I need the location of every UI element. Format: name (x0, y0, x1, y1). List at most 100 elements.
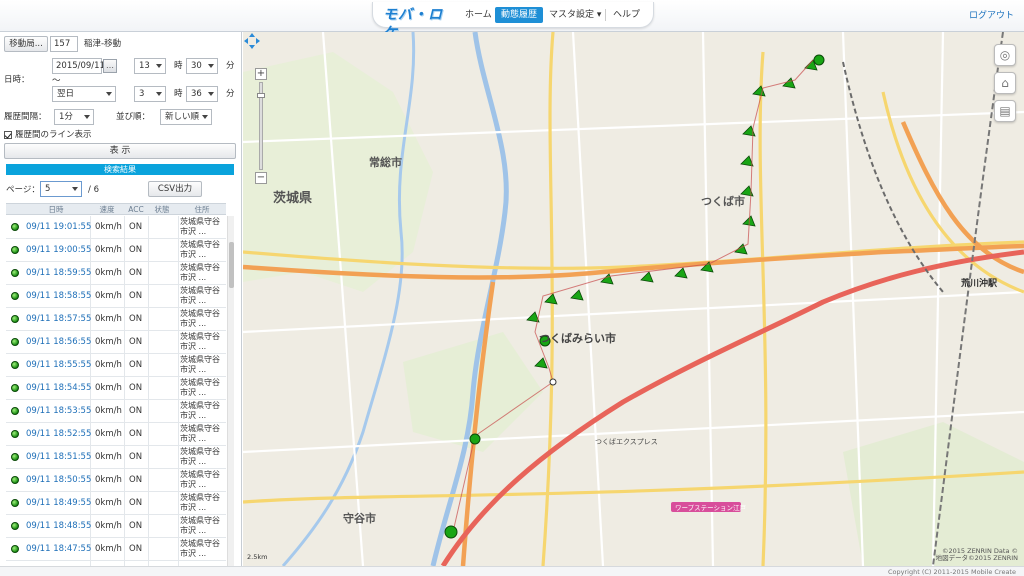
vehicle-status-icon (11, 269, 19, 277)
table-row[interactable]: 09/11 18:47:55 0km/h ON 茨城県守谷市沢 ... (6, 538, 226, 561)
row-acc: ON (129, 544, 143, 554)
line-display-label: 履歴間のライン表示 (15, 130, 92, 140)
row-datetime[interactable]: 09/11 18:53:55 (26, 406, 91, 416)
calendar-icon[interactable]: … (103, 59, 117, 73)
col-speed[interactable]: 速度 (90, 204, 124, 215)
nav-history[interactable]: 動態履歴 (495, 7, 544, 23)
row-address: 茨城県守谷市沢 ... (180, 355, 220, 374)
app-logo[interactable]: モバ・ロケ (383, 6, 455, 41)
copyright: Copyright (C) 2011-2015 Mobile Create (888, 568, 1016, 576)
pan-control-icon[interactable] (243, 32, 261, 50)
locate-icon[interactable]: ◎ (994, 44, 1016, 66)
map-label-ws-edo: ワープステーション江戸 (675, 504, 746, 512)
home-icon[interactable]: ⌂ (994, 72, 1016, 94)
csv-export-button[interactable]: CSV出力 (148, 181, 202, 197)
vehicle-status-icon (11, 246, 19, 254)
start-hour-select[interactable]: 13 (134, 58, 166, 74)
row-acc: ON (129, 268, 143, 278)
table-scrollbar[interactable] (227, 216, 234, 566)
table-row[interactable]: 09/11 18:57:55 0km/h ON 茨城県守谷市沢 ... (6, 308, 226, 331)
start-minute-value: 30 (191, 61, 202, 71)
show-button[interactable]: 表 示 (4, 143, 236, 159)
map-label-tx: つくばエクスプレス (595, 437, 658, 446)
row-datetime[interactable]: 09/11 18:55:55 (26, 360, 91, 370)
zoom-slider-knob[interactable] (257, 93, 265, 98)
table-row[interactable]: 09/11 18:54:55 0km/h ON 茨城県守谷市沢 ... (6, 377, 226, 400)
zoom-in-button[interactable]: + (255, 68, 267, 80)
start-date-input[interactable]: 2015/09/11 (52, 58, 105, 74)
row-datetime[interactable]: 09/11 18:47:55 (26, 544, 91, 554)
start-minute-select[interactable]: 30 (186, 58, 218, 74)
map-view[interactable]: 茨城県 常総市 つくば市 つくばみらい市 守谷市 荒川沖駅 つくばエクスプレス … (243, 32, 1024, 566)
table-row[interactable]: 09/11 18:49:55 0km/h ON 茨城県守谷市沢 ... (6, 492, 226, 515)
nav-home[interactable]: ホーム (461, 7, 496, 23)
table-row[interactable]: 09/11 18:48:55 0km/h ON 茨城県守谷市沢 ... (6, 515, 226, 538)
map-canvas: 茨城県 常総市 つくば市 つくばみらい市 守谷市 荒川沖駅 つくばエクスプレス … (243, 32, 1024, 566)
end-hour-select[interactable]: 3 (134, 86, 166, 102)
row-speed: 0km/h (95, 291, 122, 301)
row-datetime[interactable]: 09/11 18:58:55 (26, 291, 91, 301)
row-speed: 0km/h (95, 360, 122, 370)
row-speed: 0km/h (95, 452, 122, 462)
row-datetime[interactable]: 09/11 18:56:55 (26, 337, 91, 347)
hour-unit: 時 (174, 61, 183, 71)
table-row[interactable]: 09/11 18:52:55 0km/h ON 茨城県守谷市沢 ... (6, 423, 226, 446)
row-datetime[interactable]: 09/11 18:49:55 (26, 498, 91, 508)
zoom-slider[interactable] (257, 82, 265, 170)
row-datetime[interactable]: 09/11 18:54:55 (26, 383, 91, 393)
row-datetime[interactable]: 09/11 18:52:55 (26, 429, 91, 439)
hour-unit-2: 時 (174, 89, 183, 99)
vehicle-status-icon (11, 545, 19, 553)
vehicle-name: 稲津-移動 (84, 39, 122, 49)
col-acc[interactable]: ACC (124, 204, 148, 215)
table-row[interactable]: 09/11 18:51:55 0km/h ON 茨城県守谷市沢 ... (6, 446, 226, 469)
vehicle-id-field[interactable]: 157 (50, 36, 78, 52)
scrollbar-thumb[interactable] (229, 242, 234, 288)
row-datetime[interactable]: 09/11 18:59:55 (26, 268, 91, 278)
col-address[interactable]: 住所 (178, 204, 226, 215)
zoom-out-button[interactable]: − (255, 172, 267, 184)
row-datetime[interactable]: 09/11 18:48:55 (26, 521, 91, 531)
row-datetime[interactable]: 09/11 18:50:55 (26, 475, 91, 485)
row-speed: 0km/h (95, 521, 122, 531)
order-select[interactable]: 新しい順 (160, 109, 212, 125)
table-row[interactable]: 09/11 19:01:55 0km/h ON 茨城県守谷市沢 ... (6, 216, 226, 239)
page-select[interactable]: 5 (40, 181, 82, 197)
table-row[interactable]: 09/11 18:53:55 0km/h ON 茨城県守谷市沢 ... (6, 400, 226, 423)
row-speed: 0km/h (95, 268, 122, 278)
row-datetime[interactable]: 09/11 19:01:55 (26, 222, 91, 232)
table-row[interactable]: 09/11 18:55:55 0km/h ON 茨城県守谷市沢 ... (6, 354, 226, 377)
table-row[interactable]: 09/11 18:59:55 0km/h ON 茨城県守谷市沢 ... (6, 262, 226, 285)
row-acc: ON (129, 406, 143, 416)
nav-help[interactable]: ヘルプ (609, 7, 644, 23)
end-day-select[interactable]: 翌日 (52, 86, 116, 102)
col-datetime[interactable]: 日時 (26, 204, 86, 215)
end-minute-select[interactable]: 36 (186, 86, 218, 102)
row-datetime[interactable]: 09/11 18:57:55 (26, 314, 91, 324)
table-row[interactable]: 09/11 19:00:55 0km/h ON 茨城県守谷市沢 ... (6, 239, 226, 262)
table-row[interactable]: 09/11 18:56:55 0km/h ON 茨城県守谷市沢 ... (6, 331, 226, 354)
vehicle-status-icon (11, 338, 19, 346)
vehicle-status-icon (11, 384, 19, 392)
page-total: / 6 (88, 185, 99, 195)
vehicle-select-button[interactable]: 移動局... (4, 36, 48, 52)
nav-bar: モバ・ロケ ホーム 動態履歴 マスタ設定 ▾ ヘルプ (372, 2, 654, 41)
vehicle-status-icon (11, 223, 19, 231)
print-icon[interactable]: ▤ (994, 100, 1016, 122)
table-row[interactable]: 09/11 18:58:55 0km/h ON 茨城県守谷市沢 ... (6, 285, 226, 308)
row-address: 茨城県守谷市沢 ... (180, 401, 220, 420)
row-address: 茨城県守谷市沢 ... (180, 332, 220, 351)
map-label-arakawaoki: 荒川沖駅 (960, 277, 998, 289)
zoom-control[interactable]: + − (255, 68, 267, 184)
row-datetime[interactable]: 09/11 18:51:55 (26, 452, 91, 462)
end-minute-value: 36 (191, 89, 202, 99)
row-datetime[interactable]: 09/11 19:00:55 (26, 245, 91, 255)
line-display-checkbox[interactable] (4, 131, 12, 139)
logout-link[interactable]: ログアウト (969, 8, 1014, 21)
col-status[interactable]: 状態 (148, 204, 176, 215)
nav-master-settings[interactable]: マスタ設定 ▾ (545, 7, 605, 23)
row-address: 茨城県守谷市沢 ... (180, 309, 220, 328)
table-row[interactable]: 09/11 18:50:55 0km/h ON 茨城県守谷市沢 ... (6, 469, 226, 492)
row-speed: 0km/h (95, 544, 122, 554)
interval-select[interactable]: 1分 (54, 109, 94, 125)
